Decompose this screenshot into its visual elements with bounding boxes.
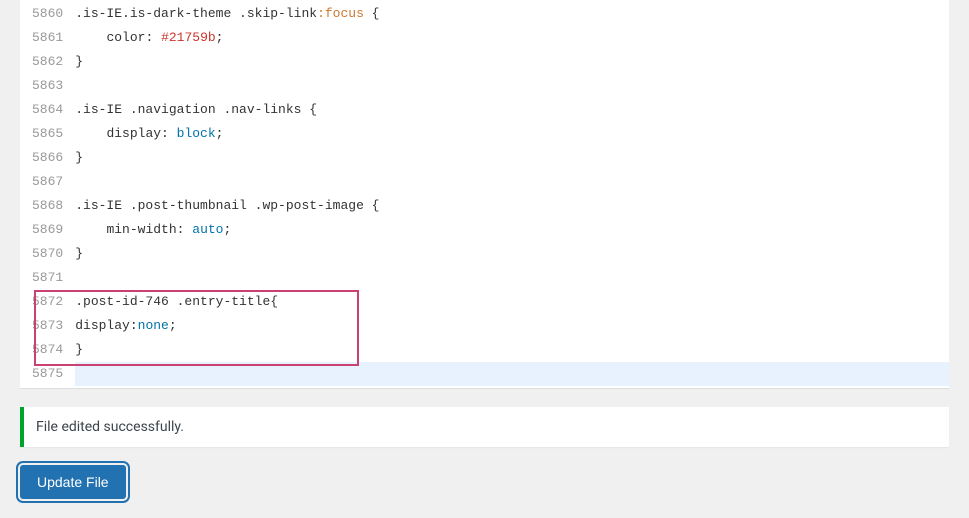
line-number: 5865 [32, 122, 63, 146]
code-line[interactable]: } [75, 50, 949, 74]
code-line[interactable]: } [75, 146, 949, 170]
code-content[interactable]: .is-IE.is-dark-theme .skip-link:focus { … [71, 0, 949, 388]
code-line[interactable]: color: #21759b; [75, 26, 949, 50]
line-number: 5874 [32, 338, 63, 362]
code-line[interactable]: .is-IE .navigation .nav-links { [75, 98, 949, 122]
line-number: 5862 [32, 50, 63, 74]
success-notice: File edited successfully. [20, 407, 949, 447]
line-number: 5873 [32, 314, 63, 338]
code-editor[interactable]: 5860586158625863586458655866586758685869… [20, 0, 949, 389]
code-line[interactable] [75, 74, 949, 98]
line-number: 5869 [32, 218, 63, 242]
code-line[interactable]: display:none; [75, 314, 949, 338]
code-line[interactable]: } [75, 338, 949, 362]
code-line[interactable]: } [75, 242, 949, 266]
line-number-gutter: 5860586158625863586458655866586758685869… [20, 0, 71, 388]
line-number: 5871 [32, 266, 63, 290]
line-number: 5868 [32, 194, 63, 218]
notice-message: File edited successfully. [36, 419, 184, 435]
line-number: 5860 [32, 2, 63, 26]
code-line[interactable]: display: block; [75, 122, 949, 146]
code-line[interactable] [75, 266, 949, 290]
update-file-button[interactable]: Update File [20, 465, 126, 499]
line-number: 5863 [32, 74, 63, 98]
code-line[interactable]: .post-id-746 .entry-title{ [75, 290, 949, 314]
line-number: 5861 [32, 26, 63, 50]
code-line[interactable]: .is-IE.is-dark-theme .skip-link:focus { [75, 2, 949, 26]
line-number: 5875 [32, 362, 63, 386]
line-number: 5866 [32, 146, 63, 170]
code-line[interactable] [75, 170, 949, 194]
line-number: 5870 [32, 242, 63, 266]
line-number: 5867 [32, 170, 63, 194]
code-line[interactable]: .is-IE .post-thumbnail .wp-post-image { [75, 194, 949, 218]
code-line[interactable]: min-width: auto; [75, 218, 949, 242]
line-number: 5864 [32, 98, 63, 122]
code-line[interactable] [75, 362, 949, 386]
line-number: 5872 [32, 290, 63, 314]
